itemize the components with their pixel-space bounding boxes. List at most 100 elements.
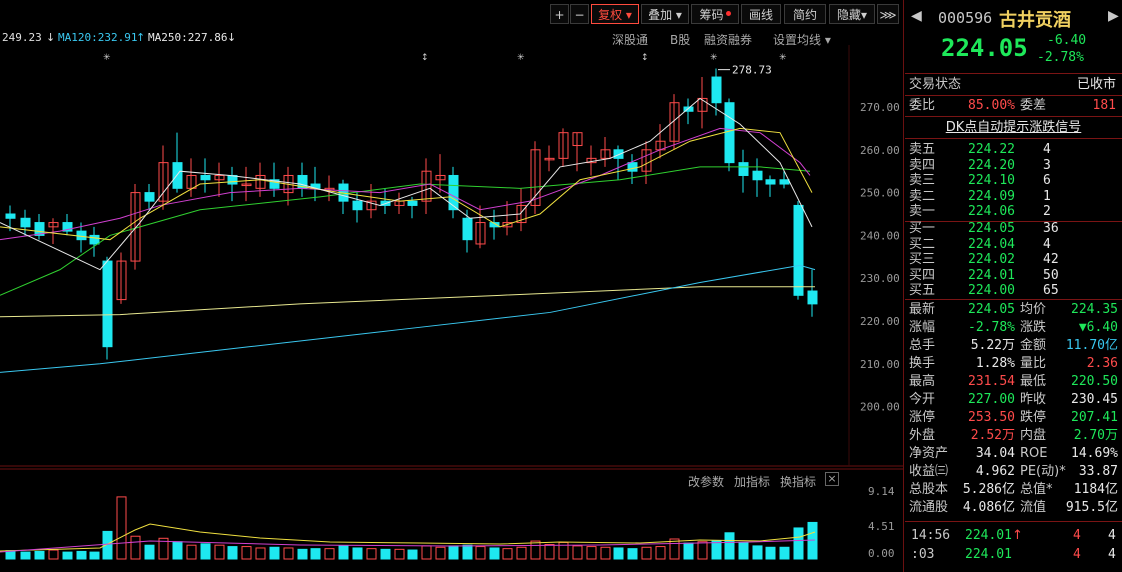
quote-value: 224.35 — [1071, 302, 1118, 317]
stock-code: 000596 — [938, 9, 993, 27]
ask-row[interactable]: 卖一 224.06 2 — [905, 203, 1122, 221]
quote-row: 涨幅 -2.78% 涨跌 ▼6.40 — [905, 319, 1122, 337]
candle-down — [76, 230, 87, 241]
quote-row: 最高 231.54 最低 220.50 — [905, 373, 1122, 391]
fuquan-dropdown[interactable]: 复权 ▾ — [591, 4, 639, 24]
price-tick-label: 270.00 — [860, 101, 900, 114]
dk-signal-link[interactable]: DK点自动提示涨跌信号 — [905, 119, 1122, 137]
bid-row[interactable]: 买五 224.00 65 — [905, 282, 1122, 300]
volume-bar-down — [489, 547, 500, 560]
volume-bar-down — [738, 541, 749, 560]
quote-value: 231.54 — [968, 374, 1015, 389]
volume-bar-down — [613, 547, 624, 560]
tab-shengutong[interactable]: 深股通 — [612, 31, 648, 48]
tick-price: 224.01 — [965, 528, 1012, 543]
volume-bar-up — [366, 548, 377, 560]
candle-down — [627, 162, 638, 172]
event-marker-icon: ✳ — [710, 53, 718, 63]
order-volume: 2 — [1043, 204, 1051, 220]
quote-value: ▼6.40 — [1078, 320, 1118, 335]
price-tick-label: 240.00 — [860, 229, 900, 242]
volume-bar-up — [697, 541, 708, 560]
volume-bar-up — [394, 548, 405, 560]
switch-indicator-button[interactable]: 换指标 — [780, 473, 816, 490]
candle-down — [89, 234, 100, 245]
volume-tick-label: 0.00 — [868, 547, 895, 560]
quote-label: 净资产 — [909, 446, 949, 461]
ask-level-label: 卖一 — [909, 204, 936, 220]
volume-bar-down — [765, 546, 776, 560]
jianyue-button[interactable]: 简约 — [784, 4, 826, 24]
quote-row: 总手 5.22万 金额 11.70亿 — [905, 337, 1122, 355]
tab-set-ma[interactable]: 设置均线 ▾ — [773, 31, 831, 48]
volume-bar-down — [200, 543, 211, 560]
chevron-down-icon: ▾ — [821, 33, 831, 47]
volume-tick-label: 4.51 — [868, 520, 895, 533]
add-indicator-button[interactable]: 加指标 — [734, 473, 770, 490]
price-tick-label: 260.00 — [860, 144, 900, 157]
close-icon[interactable]: × — [825, 472, 839, 486]
volume-bar-up — [655, 546, 666, 560]
quote-value: 4.962 — [975, 464, 1015, 479]
candle-down — [102, 260, 113, 348]
notification-dot-icon — [725, 11, 731, 16]
quote-value: 224.05 — [968, 302, 1015, 317]
volume-bar-down — [627, 548, 638, 560]
volume-bar-up — [48, 549, 59, 560]
quote-value: -2.78% — [968, 320, 1015, 335]
tick-price: 224.01 — [965, 547, 1012, 562]
volume-bar-up — [641, 546, 652, 560]
volume-bar-up — [544, 544, 555, 560]
quote-row: 最新 224.05 均价 224.35 — [905, 301, 1122, 319]
quote-value: 230.45 — [1071, 392, 1118, 407]
chouma-button[interactable]: 筹码 — [691, 4, 739, 24]
quote-label: 流通股 — [909, 500, 949, 515]
volume-bar-down — [779, 546, 790, 560]
quote-label: 总值* — [1020, 482, 1053, 497]
volume-bar-up — [116, 496, 127, 560]
quote-label: ROE — [1020, 446, 1048, 461]
tab-bgu[interactable]: B股 — [670, 31, 690, 48]
tab-rongzi[interactable]: 融资融券 — [704, 31, 752, 48]
yincang-dropdown[interactable]: 隐藏▾ — [829, 4, 875, 24]
volume-bar-down — [144, 544, 155, 560]
order-volume: 65 — [1043, 283, 1059, 299]
quote-row: 收益㈢ 4.962 PE(动)* 33.87 — [905, 463, 1122, 481]
prev-stock-icon[interactable]: ◀ — [911, 8, 922, 24]
quote-row: 外盘 2.52万 内盘 2.70万 — [905, 427, 1122, 445]
panel-divider — [903, 0, 904, 572]
quote-value: 33.87 — [1078, 464, 1118, 479]
weicha-value: 181 — [1092, 98, 1116, 113]
edit-params-button[interactable]: 改参数 — [688, 473, 724, 490]
price-tick-label: 210.00 — [860, 358, 900, 371]
quote-value: 34.04 — [975, 446, 1015, 461]
quote-label: 涨幅 — [909, 320, 936, 335]
quote-value: 2.70万 — [1073, 428, 1118, 443]
ma5-line — [0, 97, 813, 271]
quote-label: 均价 — [1020, 302, 1047, 317]
quote-label: 换手 — [909, 356, 936, 371]
candle-down — [352, 200, 363, 211]
chevron-down-icon: ▾ — [622, 8, 632, 22]
diejia-dropdown[interactable]: 叠加 ▾ — [641, 4, 689, 24]
expand-button[interactable]: ⋙ — [877, 4, 899, 24]
divider — [905, 299, 1122, 300]
volume-bar-down — [448, 545, 459, 560]
volume-bar-down — [76, 550, 87, 560]
ma-first-value: 249.23 — [2, 31, 42, 44]
chevron-down-icon: ▾ — [672, 8, 682, 22]
volume-bar-down — [683, 542, 694, 560]
weibi-value: 85.00% — [968, 98, 1015, 113]
tick-volume: 4 — [1073, 528, 1081, 543]
zoom-out-button[interactable]: − — [570, 4, 589, 24]
current-price: 224.05 — [941, 34, 1028, 62]
weibi-row: 委比 85.00% 委差 181 — [905, 97, 1122, 115]
huaxian-button[interactable]: 画线 — [741, 4, 781, 24]
volume-bar-up — [421, 545, 432, 560]
zoom-in-button[interactable]: + — [550, 4, 569, 24]
next-stock-icon[interactable]: ▶ — [1108, 8, 1119, 24]
quote-label: 跌停 — [1020, 410, 1047, 425]
volume-bar-up — [572, 545, 583, 560]
volume-bar-up — [214, 544, 225, 560]
volume-bar-up — [502, 548, 513, 560]
